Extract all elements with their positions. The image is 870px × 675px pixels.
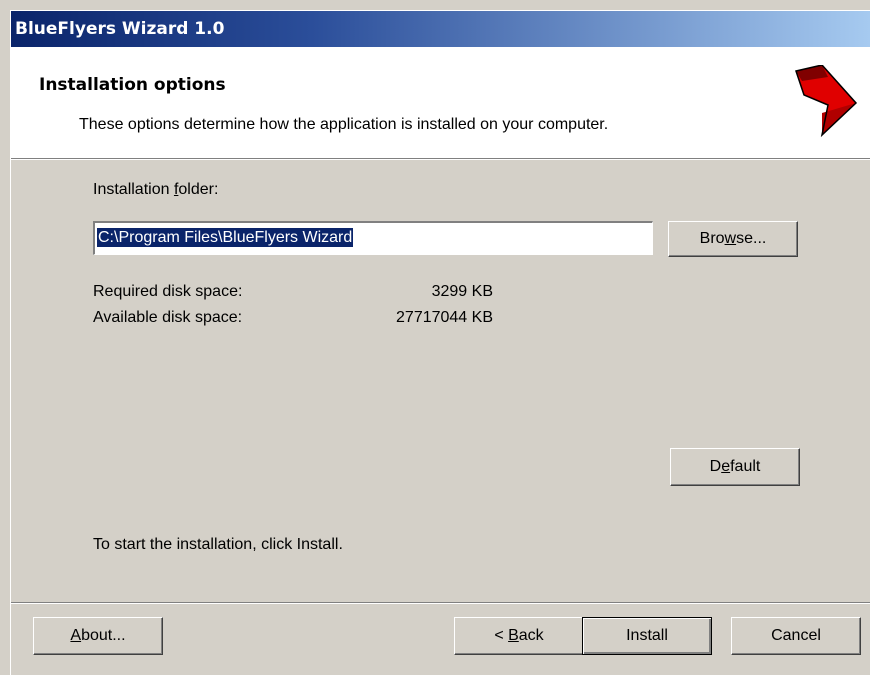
cancel-button[interactable]: Cancel bbox=[731, 617, 861, 655]
page-subtitle: These options determine how the applicat… bbox=[79, 116, 609, 133]
install-button[interactable]: Install bbox=[582, 617, 712, 655]
installation-folder-input[interactable]: C:\Program Files\BlueFlyers Wizard bbox=[93, 221, 653, 255]
red-arrow-icon bbox=[795, 65, 858, 137]
required-space-label: Required disk space: bbox=[93, 283, 243, 300]
footer-divider bbox=[11, 602, 870, 604]
browse-button[interactable]: Browse... bbox=[668, 221, 798, 257]
wizard-window: BlueFlyers Wizard 1.0 Installation optio… bbox=[10, 10, 870, 675]
page-title: Installation options bbox=[39, 75, 226, 95]
about-button[interactable]: About... bbox=[33, 617, 163, 655]
instructions-text: To start the installation, click Install… bbox=[93, 536, 343, 553]
header-panel: Installation options These options deter… bbox=[11, 47, 870, 160]
installation-folder-label: Installation folder: bbox=[93, 181, 219, 198]
folder-path-value: C:\Program Files\BlueFlyers Wizard bbox=[97, 228, 354, 247]
available-space-label: Available disk space: bbox=[93, 309, 243, 326]
window-title: BlueFlyers Wizard 1.0 bbox=[15, 19, 225, 39]
title-bar[interactable]: BlueFlyers Wizard 1.0 bbox=[11, 11, 870, 47]
required-space-value: 3299 KB bbox=[431, 283, 493, 300]
available-space-value: 27717044 KB bbox=[396, 309, 493, 326]
default-button[interactable]: Default bbox=[670, 448, 800, 486]
back-button[interactable]: < Back bbox=[454, 617, 584, 655]
